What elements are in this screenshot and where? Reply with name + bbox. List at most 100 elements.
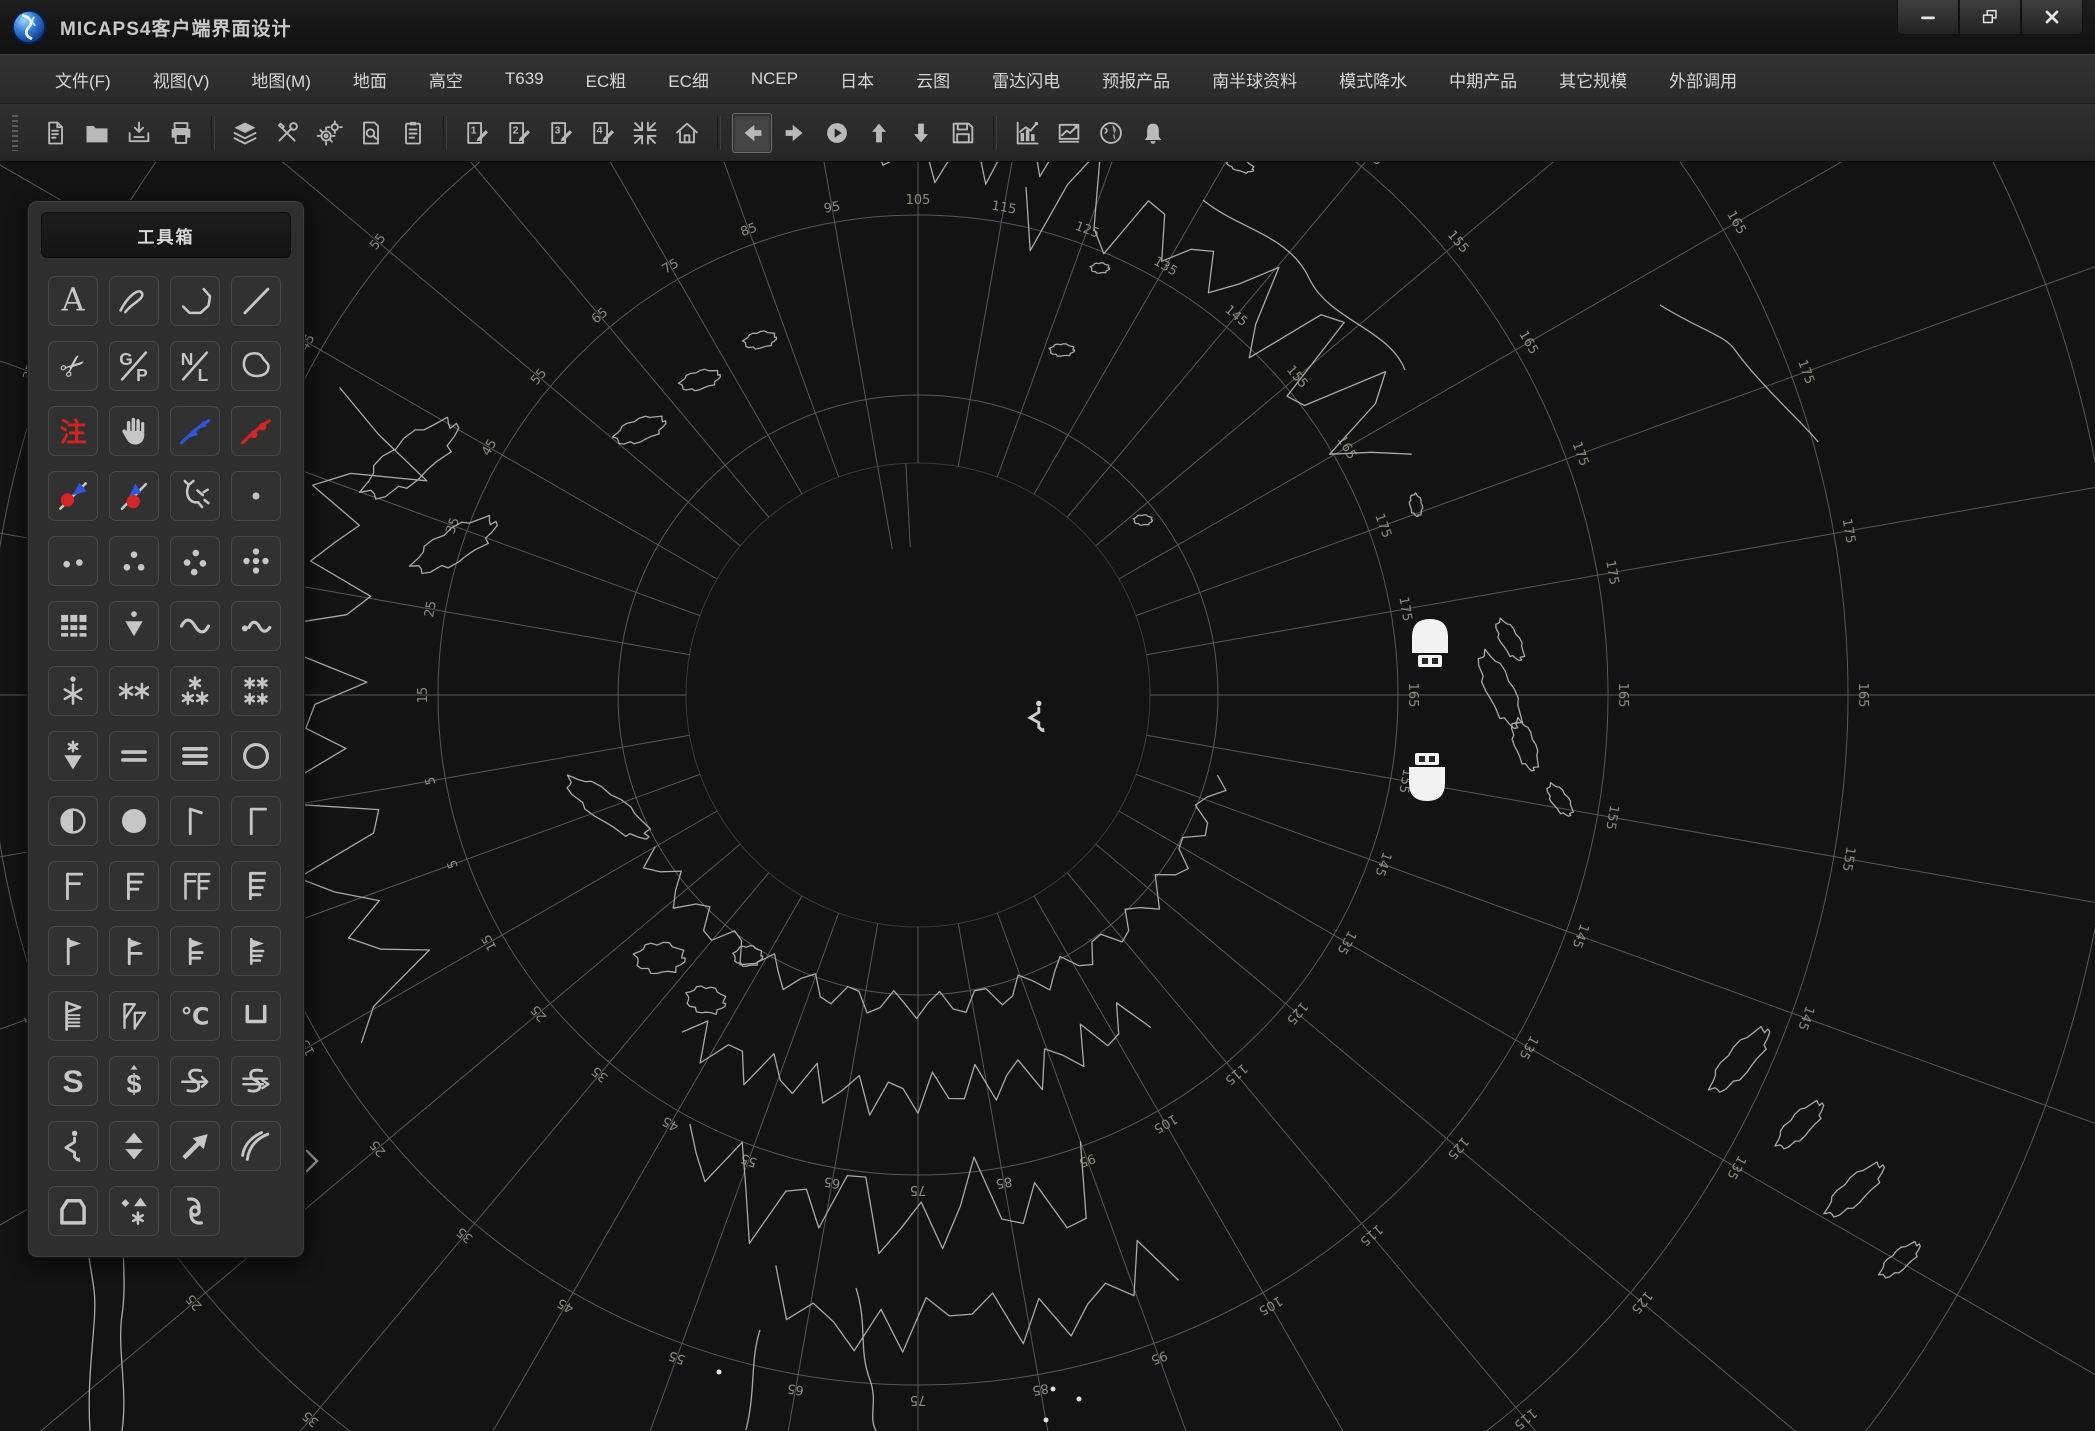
menu-item-satellite[interactable]: 云图: [895, 61, 971, 98]
menu-item-upper-air[interactable]: 高空: [408, 61, 484, 98]
tool-pan-hand[interactable]: [109, 406, 159, 456]
edit-page-4-button[interactable]: 4: [584, 114, 622, 152]
tool-pennant-1[interactable]: [48, 926, 98, 976]
open-folder-button[interactable]: [78, 114, 116, 152]
tool-text-a[interactable]: A: [48, 276, 98, 326]
menu-item-ec-fine[interactable]: EC细: [647, 61, 730, 98]
tool-nl-toggle[interactable]: NL: [170, 341, 220, 391]
fit-shrink-button[interactable]: [626, 114, 664, 152]
tool-barb-double[interactable]: [170, 861, 220, 911]
menu-item-radar-lightning[interactable]: 雷达闪电: [971, 61, 1081, 98]
tool-barb-f1[interactable]: [48, 861, 98, 911]
tool-wave[interactable]: [170, 601, 220, 651]
usb-marker-down[interactable]: [1409, 753, 1445, 801]
tool-squares-grid[interactable]: [48, 601, 98, 651]
tool-occluded-front[interactable]: [48, 471, 98, 521]
tool-s-arrow-double[interactable]: [231, 1056, 281, 1106]
tool-asterisk-4[interactable]: [231, 666, 281, 716]
menu-item-other-scale[interactable]: 其它规模: [1538, 61, 1648, 98]
edit-page-3-button[interactable]: 3: [542, 114, 580, 152]
tool-dots-4[interactable]: [170, 536, 220, 586]
menu-item-surface[interactable]: 地面: [332, 61, 408, 98]
tool-squall-line[interactable]: [48, 1121, 98, 1171]
tool-triangle-dot[interactable]: [109, 601, 159, 651]
toolbox-collapse-handle[interactable]: [303, 1148, 321, 1174]
layers-button[interactable]: [226, 114, 264, 152]
minimize-button[interactable]: [1897, 0, 1959, 35]
menu-item-medium-term[interactable]: 中期产品: [1428, 61, 1538, 98]
tool-curve-pen[interactable]: [109, 276, 159, 326]
tool-asterisk-2[interactable]: [109, 666, 159, 716]
tool-pennant-4[interactable]: [231, 926, 281, 976]
print-button[interactable]: [162, 114, 200, 152]
tool-arrow-ne[interactable]: [170, 1121, 220, 1171]
polar-map[interactable]: 7565554535251555152535455565758595105115…: [0, 162, 2095, 1431]
tool-bracket-u[interactable]: [231, 991, 281, 1041]
tool-closed-curve[interactable]: [231, 341, 281, 391]
settings-button[interactable]: [310, 114, 348, 152]
tool-temp-celsius[interactable]: ℃: [170, 991, 220, 1041]
menu-item-ec-coarse[interactable]: EC粗: [565, 61, 648, 98]
tool-equals-lines[interactable]: [109, 731, 159, 781]
tool-flags-pair[interactable]: [109, 991, 159, 1041]
alerts-button[interactable]: [1134, 114, 1172, 152]
tool-double-curve[interactable]: [231, 1121, 281, 1171]
line-chart-button[interactable]: [1050, 114, 1088, 152]
tool-triangle-asterisk[interactable]: [48, 731, 98, 781]
menu-item-forecast-products[interactable]: 预报产品: [1081, 61, 1191, 98]
map-canvas[interactable]: 7565554535251555152535455565758595105115…: [0, 162, 2095, 1431]
preview-button[interactable]: [352, 114, 390, 152]
forward-button[interactable]: [776, 114, 814, 152]
tool-pennant-2[interactable]: [109, 926, 159, 976]
toolbar-drag-handle[interactable]: [12, 115, 18, 151]
play-button[interactable]: [818, 114, 856, 152]
tool-typhoon[interactable]: [170, 1186, 220, 1236]
menu-item-japan[interactable]: 日本: [819, 61, 895, 98]
tool-wave-dot[interactable]: [231, 601, 281, 651]
clipboard-button[interactable]: [394, 114, 432, 152]
tool-dots-5[interactable]: [231, 536, 281, 586]
tool-gp-toggle[interactable]: GP: [109, 341, 159, 391]
tool-pennant-3[interactable]: [170, 926, 220, 976]
tool-barb-half[interactable]: [170, 796, 220, 846]
menu-item-t639[interactable]: T639: [484, 63, 565, 95]
squall-symbol[interactable]: [1030, 701, 1045, 733]
tool-barb-full[interactable]: [231, 796, 281, 846]
tool-barb-f2[interactable]: [109, 861, 159, 911]
page-up-button[interactable]: [860, 114, 898, 152]
tool-stationary-front[interactable]: [109, 471, 159, 521]
back-button[interactable]: [732, 113, 772, 153]
tools-button[interactable]: [268, 114, 306, 152]
tool-s-arrow[interactable]: [170, 1056, 220, 1106]
tool-dollar-arrow[interactable]: $: [109, 1056, 159, 1106]
new-file-button[interactable]: [36, 114, 74, 152]
tool-trough-hook[interactable]: [170, 471, 220, 521]
tool-diagonal-line[interactable]: [231, 276, 281, 326]
tool-asterisk-3[interactable]: [170, 666, 220, 716]
tool-annotation[interactable]: 注: [48, 406, 98, 456]
menu-item-file[interactable]: 文件(F): [34, 61, 132, 98]
menu-item-ncep[interactable]: NCEP: [730, 63, 819, 95]
tool-barb-f3[interactable]: [231, 861, 281, 911]
menu-item-view[interactable]: 视图(V): [132, 61, 231, 98]
home-button[interactable]: [668, 114, 706, 152]
tool-polygon-sheet[interactable]: [48, 1186, 98, 1236]
tool-dots-2[interactable]: [48, 536, 98, 586]
edit-page-2-button[interactable]: 2: [500, 114, 538, 152]
save-disk-button[interactable]: [944, 114, 982, 152]
tool-letter-s[interactable]: S: [48, 1056, 98, 1106]
tool-flag-lines[interactable]: [48, 991, 98, 1041]
tool-scissors[interactable]: ✂: [48, 341, 98, 391]
bar-chart-button[interactable]: [1008, 114, 1046, 152]
tool-single-dot[interactable]: [231, 471, 281, 521]
tool-dots-3[interactable]: [109, 536, 159, 586]
edit-page-1-button[interactable]: 1: [458, 114, 496, 152]
tool-symbol-cluster[interactable]: [109, 1186, 159, 1236]
tool-open-polygon[interactable]: [170, 276, 220, 326]
menu-item-southern-hemisphere[interactable]: 南半球资料: [1191, 61, 1318, 98]
menu-item-map[interactable]: 地图(M): [230, 61, 331, 98]
usb-marker-up[interactable]: [1412, 619, 1448, 667]
tool-warm-front[interactable]: [231, 406, 281, 456]
save-download-button[interactable]: [120, 114, 158, 152]
close-button[interactable]: [2021, 0, 2083, 35]
